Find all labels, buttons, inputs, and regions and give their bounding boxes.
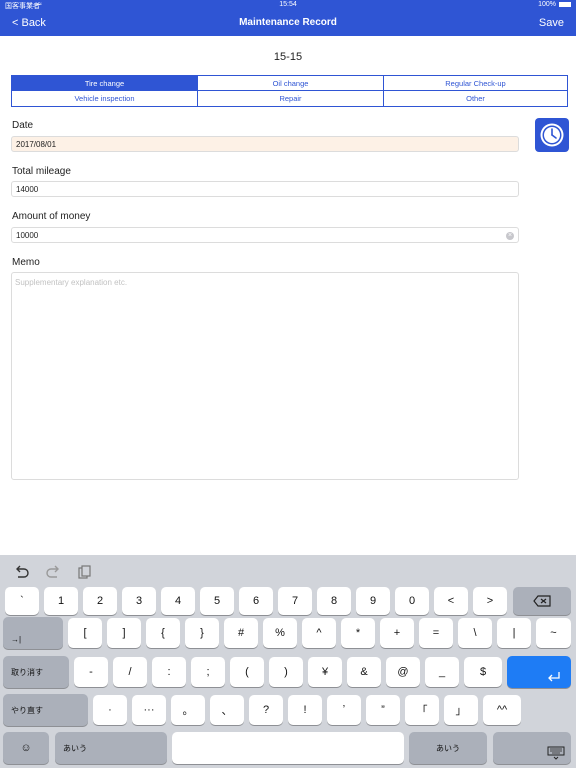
- save-button[interactable]: Save: [539, 17, 564, 29]
- memo-placeholder: Supplementary explanation etc.: [15, 278, 128, 287]
- segment-vehicle-inspection[interactable]: Vehicle inspection: [11, 90, 198, 107]
- key[interactable]: ^: [302, 618, 336, 648]
- nav-bar: < Back Maintenance Record Save: [0, 11, 576, 36]
- emoji-key[interactable]: ☺: [3, 732, 49, 764]
- paste-icon[interactable]: [76, 565, 92, 579]
- memo-label: Memo: [12, 257, 40, 268]
- key[interactable]: 、: [210, 695, 244, 725]
- battery-icon: [559, 2, 571, 7]
- record-id: 15-15: [273, 51, 303, 63]
- tab-key[interactable]: →|: [3, 617, 63, 649]
- key[interactable]: >: [473, 587, 507, 615]
- key[interactable]: ”: [366, 695, 400, 725]
- key[interactable]: +: [380, 618, 414, 648]
- redo-key[interactable]: やり直す: [3, 694, 88, 726]
- segment-regular-check-up[interactable]: Regular Check-up: [383, 75, 568, 91]
- key[interactable]: ~: [536, 618, 571, 648]
- clear-icon[interactable]: ×: [506, 232, 514, 240]
- money-label: Amount of money: [12, 211, 91, 222]
- return-icon: [548, 672, 560, 682]
- delete-icon: [533, 595, 551, 607]
- key[interactable]: 7: [278, 587, 312, 615]
- key[interactable]: 。: [171, 695, 205, 725]
- segment-other[interactable]: Other: [383, 90, 568, 107]
- space-bar[interactable]: [172, 732, 404, 764]
- key[interactable]: [: [68, 618, 102, 648]
- key[interactable]: #: [224, 618, 258, 648]
- key[interactable]: ʼ: [327, 695, 361, 725]
- key[interactable]: *: [341, 618, 375, 648]
- key[interactable]: :: [152, 657, 186, 687]
- date-label: Date: [12, 120, 34, 131]
- key[interactable]: _: [425, 657, 459, 687]
- status-time: 15:54: [279, 1, 297, 8]
- key[interactable]: ;: [191, 657, 225, 687]
- key[interactable]: ]: [107, 618, 141, 648]
- key[interactable]: 2: [83, 587, 117, 615]
- key[interactable]: !: [288, 695, 322, 725]
- key[interactable]: <: [434, 587, 468, 615]
- kana-key-left[interactable]: あいう: [55, 732, 167, 764]
- money-field[interactable]: 10000 ×: [11, 227, 519, 243]
- mileage-label: Total mileage: [12, 166, 71, 177]
- mileage-field[interactable]: 14000: [11, 181, 519, 197]
- key[interactable]: 6: [239, 587, 273, 615]
- undo-icon[interactable]: [14, 565, 30, 579]
- category-segmented-control: Tire change Oil change Regular Check-up …: [11, 75, 568, 107]
- keyboard: ` 1 2 3 4 5 6 7 8 9 0 < > →| [ ] { } # %…: [0, 555, 576, 768]
- key[interactable]: =: [419, 618, 453, 648]
- key[interactable]: \: [458, 618, 492, 648]
- clock-icon: [540, 123, 564, 147]
- key[interactable]: ?: [249, 695, 283, 725]
- kana-key-right[interactable]: あいう: [409, 732, 487, 764]
- key[interactable]: 0: [395, 587, 429, 615]
- key[interactable]: }: [185, 618, 219, 648]
- segment-oil-change[interactable]: Oil change: [197, 75, 384, 91]
- page-title: Maintenance Record: [239, 17, 337, 28]
- key[interactable]: 5: [200, 587, 234, 615]
- key[interactable]: $: [464, 657, 502, 687]
- key[interactable]: ): [269, 657, 303, 687]
- memo-textarea[interactable]: Supplementary explanation etc.: [11, 272, 519, 480]
- status-bar: 国客事業者 ≈ 15:54 100%: [0, 0, 576, 11]
- key[interactable]: ···: [132, 695, 166, 725]
- key[interactable]: -: [74, 657, 108, 687]
- key[interactable]: %: [263, 618, 297, 648]
- keyboard-toolbar: [0, 555, 576, 586]
- key[interactable]: ^^: [483, 695, 521, 725]
- date-field[interactable]: 2017/08/01: [11, 136, 519, 152]
- date-picker-button[interactable]: [535, 118, 569, 152]
- key[interactable]: 「: [405, 695, 439, 725]
- key[interactable]: /: [113, 657, 147, 687]
- keyboard-dismiss-icon: [547, 746, 565, 760]
- key[interactable]: 9: [356, 587, 390, 615]
- key[interactable]: &: [347, 657, 381, 687]
- key[interactable]: 8: [317, 587, 351, 615]
- money-value: 10000: [16, 231, 39, 240]
- key[interactable]: `: [5, 587, 39, 615]
- undo-key[interactable]: 取り消す: [3, 656, 69, 688]
- key[interactable]: |: [497, 618, 531, 648]
- key[interactable]: ·: [93, 695, 127, 725]
- key[interactable]: ¥: [308, 657, 342, 687]
- hide-keyboard-button[interactable]: [493, 732, 571, 764]
- key[interactable]: 4: [161, 587, 195, 615]
- key[interactable]: {: [146, 618, 180, 648]
- key[interactable]: 1: [44, 587, 78, 615]
- segment-tire-change[interactable]: Tire change: [11, 75, 198, 91]
- battery-percent: 100%: [538, 1, 556, 8]
- segment-repair[interactable]: Repair: [197, 90, 384, 107]
- redo-icon[interactable]: [45, 565, 61, 579]
- key[interactable]: 3: [122, 587, 156, 615]
- key[interactable]: 」: [444, 695, 478, 725]
- return-button[interactable]: [507, 656, 571, 688]
- key[interactable]: @: [386, 657, 420, 687]
- delete-button[interactable]: [513, 587, 571, 615]
- key[interactable]: (: [230, 657, 264, 687]
